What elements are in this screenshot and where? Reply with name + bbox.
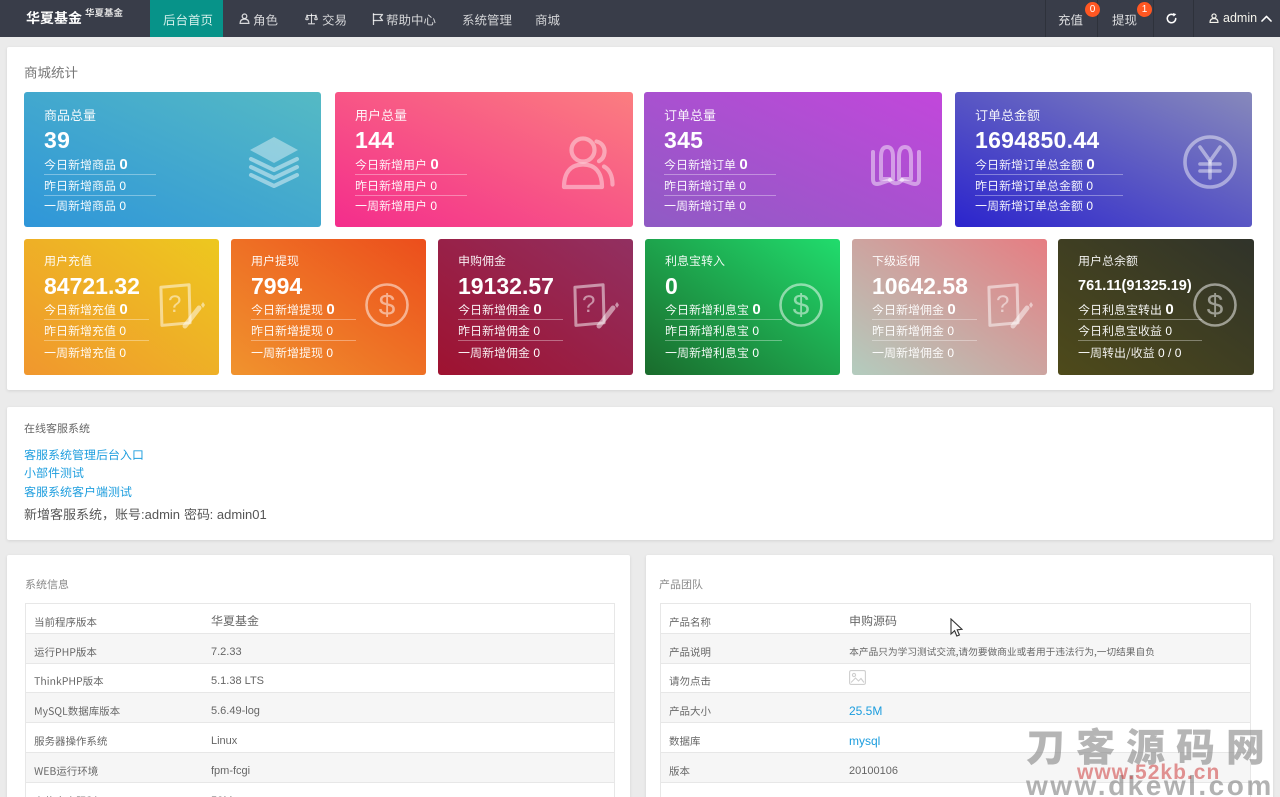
svg-text:$: $ [793, 289, 810, 322]
svg-text:?: ? [996, 291, 1009, 318]
svg-text:$: $ [379, 289, 396, 322]
svg-text:$: $ [1207, 289, 1224, 322]
svg-text:?: ? [168, 291, 181, 318]
svg-text:?: ? [582, 291, 595, 318]
